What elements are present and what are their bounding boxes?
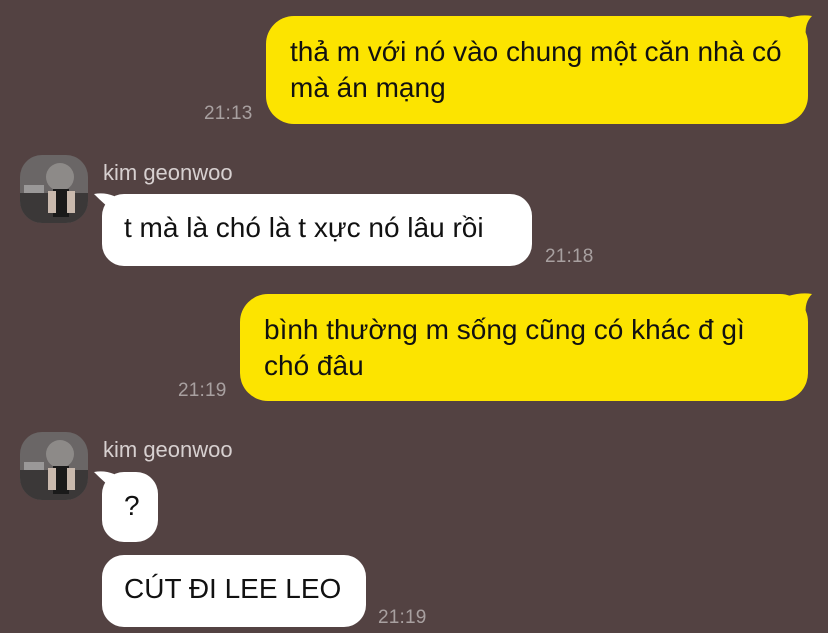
sender-name: kim geonwoo [103,160,233,185]
message-timestamp: 21:18 [545,246,594,267]
avatar-image-icon [20,432,88,500]
contact-avatar[interactable] [20,432,88,500]
outgoing-message-bubble[interactable]: bình thường m sống cũng có khác đ gì chó… [240,294,808,401]
bubble-tail-icon [788,15,812,39]
incoming-message-bubble[interactable]: t mà là chó là t xực nó lâu rồi [102,194,532,266]
message-text: bình thường m sống cũng có khác đ gì chó… [264,314,745,381]
message-text: CÚT ĐI LEE LEO [124,573,342,604]
contact-avatar[interactable] [20,155,88,223]
message-timestamp: 21:19 [378,607,427,628]
message-timestamp: 21:19 [178,380,227,401]
sender-name: kim geonwoo [103,437,233,462]
bubble-tail-icon [788,293,812,316]
incoming-message-bubble[interactable]: CÚT ĐI LEE LEO [102,555,366,627]
message-text: ? [124,490,140,521]
message-text: t mà là chó là t xực nó lâu rồi [124,212,484,243]
incoming-message-bubble[interactable]: ? [102,472,158,542]
outgoing-message-bubble[interactable]: thả m với nó vào chung một căn nhà có mà… [266,16,808,124]
avatar-image-icon [20,155,88,223]
message-text: thả m với nó vào chung một căn nhà có mà… [290,36,782,103]
message-timestamp: 21:13 [204,103,253,124]
